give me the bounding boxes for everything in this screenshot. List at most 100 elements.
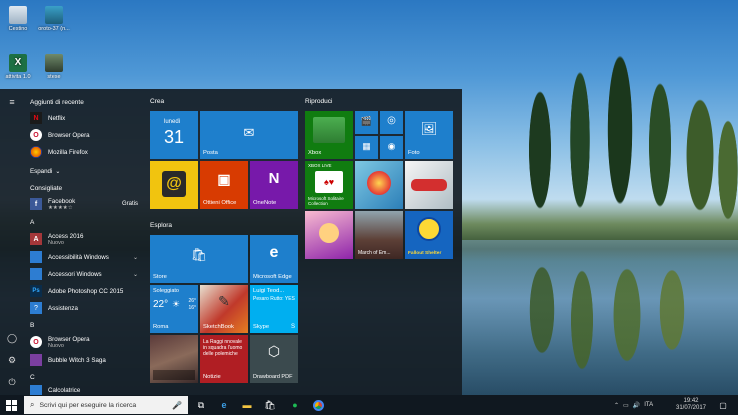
tile-alarms-lock[interactable]: @: [150, 161, 198, 209]
tile-bubble-witch[interactable]: [305, 211, 353, 259]
chevron-down-icon: ⌄: [132, 254, 138, 261]
access-icon: A: [30, 233, 42, 245]
app-calculator[interactable]: Calcolatrice: [30, 385, 142, 395]
expand-recent-button[interactable]: Espandi ⌄: [30, 164, 142, 178]
tile-calculator[interactable]: ▦: [355, 136, 378, 159]
pencil-icon: ✎: [218, 293, 230, 309]
photos-icon: 🖼: [420, 121, 438, 136]
app-access[interactable]: A Access 2016 Nuovo: [30, 230, 142, 248]
desktop-icon-video-file[interactable]: oroto-37 (n...: [36, 6, 72, 32]
app-opera-recent[interactable]: O Browser Opera: [30, 128, 142, 142]
office-icon: ▣: [217, 171, 231, 187]
store-bag-icon[interactable]: 🛍: [263, 398, 277, 412]
tile-groove[interactable]: ◎: [380, 111, 403, 134]
tile-march-of-empires[interactable]: March of Em...: [355, 211, 403, 259]
vault-boy-icon: [417, 217, 441, 241]
video-file-icon: [45, 6, 63, 24]
app-opera[interactable]: O Browser Opera Nuovo: [30, 333, 142, 351]
app-netflix[interactable]: N Netflix: [30, 111, 142, 125]
task-view-icon[interactable]: ⧉: [194, 398, 208, 412]
tile-calendar[interactable]: lunedì 31: [150, 111, 198, 159]
desktop-icon-image-file[interactable]: stese: [36, 54, 72, 80]
clock-time: 19:42: [683, 398, 699, 404]
excel-file-icon: X: [9, 54, 27, 72]
help-icon: ?: [30, 302, 42, 314]
folder-icon: [30, 251, 42, 263]
tile-racing-game[interactable]: [405, 161, 453, 209]
group-title-crea[interactable]: Crea: [150, 98, 164, 105]
app-assistenza[interactable]: ? Assistenza: [30, 301, 142, 315]
app-suggestion-facebook[interactable]: f Facebook ★★★★☆ Gratis: [30, 195, 142, 213]
spotify-icon[interactable]: ●: [288, 398, 302, 412]
firefox-icon: [30, 146, 42, 158]
action-center-icon[interactable]: ▢: [716, 398, 730, 412]
letter-header-b[interactable]: B: [30, 322, 34, 329]
tile-photos[interactable]: 🖼 Foto: [405, 111, 453, 159]
group-title-esplora[interactable]: Esplora: [150, 222, 172, 229]
tile-photo-people[interactable]: [150, 335, 198, 383]
desktop-icon-recycle-bin[interactable]: Cestino: [0, 6, 36, 32]
group-title-riproduci[interactable]: Riproduci: [305, 98, 332, 105]
chevron-down-icon: ⌄: [55, 168, 61, 175]
recycle-bin-icon: [9, 6, 27, 24]
app-firefox[interactable]: Mozilla Firefox: [30, 145, 142, 159]
tile-drawboard[interactable]: ⬡ Drawboard PDF: [250, 335, 298, 383]
language-indicator[interactable]: ITA: [644, 402, 653, 408]
lock-icon: @: [162, 171, 186, 197]
tile-get-office[interactable]: ▣ Ottieni Office: [200, 161, 248, 209]
user-account-icon[interactable]: ◯: [4, 331, 20, 345]
race-car-icon: [411, 179, 447, 191]
app-list: Aggiunti di recente N Netflix O Browser …: [26, 89, 144, 395]
candy-icon: [367, 171, 391, 195]
tile-edge[interactable]: e Microsoft Edge: [250, 235, 298, 283]
power-icon[interactable]: ⏻: [4, 375, 20, 389]
tile-camera[interactable]: ◉: [380, 136, 403, 159]
app-folder-accessibility[interactable]: Accessibilità Windows ⌄: [30, 250, 142, 264]
desktop-icon-excel-file[interactable]: X attivita 1.0: [0, 54, 36, 80]
tile-solitaire[interactable]: XBOX LIVE ♠♥ Microsoft Solitaire Collect…: [305, 161, 353, 209]
tile-movies[interactable]: 🎬: [355, 111, 378, 134]
opera-icon: O: [30, 129, 42, 141]
tile-xbox[interactable]: Xbox: [305, 111, 353, 159]
tile-weather[interactable]: Soleggiato 22° ☀ 26° 16° Roma: [150, 285, 198, 333]
sun-icon: ☀: [172, 299, 181, 309]
taskbar-search-box[interactable]: ⌕ Scrivi qui per eseguire la ricerca 🎤: [24, 396, 188, 414]
tile-onenote[interactable]: N OneNote: [250, 161, 298, 209]
letter-header-a[interactable]: A: [30, 219, 34, 226]
tray-chevron-up-icon[interactable]: ⌃: [614, 402, 619, 409]
store-bag-icon: 🛍: [190, 247, 208, 262]
hamburger-menu-icon[interactable]: ≡: [4, 95, 20, 109]
network-icon[interactable]: ▭: [623, 402, 629, 409]
file-explorer-icon[interactable]: ▬: [240, 398, 254, 412]
chrome-icon[interactable]: [311, 398, 325, 412]
letter-header-c[interactable]: C: [30, 374, 35, 381]
volume-icon[interactable]: 🔊: [633, 402, 640, 409]
clock[interactable]: 19:42 31/07/2017: [674, 395, 708, 415]
clock-date: 31/07/2017: [675, 405, 707, 411]
tile-candy-game[interactable]: [355, 161, 403, 209]
tile-fallout-shelter[interactable]: Fallout Shelter: [405, 211, 453, 259]
search-icon: ⌕: [30, 400, 35, 409]
app-photoshop[interactable]: Ps Adobe Photoshop CC 2015: [30, 284, 142, 298]
tile-mail[interactable]: ✉ Posta: [200, 111, 298, 159]
tile-skype[interactable]: Luigi Teod... Pesaro Rutto: YES,... Skyp…: [250, 285, 298, 333]
edge-icon[interactable]: e: [217, 398, 231, 412]
wallpaper-trees: [500, 30, 738, 260]
rating-stars: ★★★★☆: [48, 204, 73, 211]
system-tray: ⌃ ▭ 🔊 ITA: [614, 395, 659, 415]
app-bubble-witch[interactable]: Bubble Witch 3 Saga: [30, 353, 142, 367]
tile-store[interactable]: 🛍 Store: [150, 235, 248, 283]
tile-news[interactable]: La Raggi nnovale in squadra l'uomo delle…: [200, 335, 248, 383]
bubble-witch-icon: [30, 354, 42, 366]
settings-gear-icon[interactable]: ⚙: [4, 353, 20, 367]
wallpaper-lake-reflection: [462, 240, 738, 395]
playing-cards-icon: ♠♥: [315, 171, 343, 193]
app-folder-accessories[interactable]: Accessori Windows ⌄: [30, 267, 142, 281]
drawboard-hexagon-icon: ⬡: [267, 343, 281, 359]
microphone-icon[interactable]: 🎤: [172, 401, 182, 410]
tile-sketchbook[interactable]: ✎ SketchBook: [200, 285, 248, 333]
taskbar: ⌕ Scrivi qui per eseguire la ricerca 🎤 ⧉…: [0, 395, 738, 415]
folder-icon: [30, 268, 42, 280]
windows-start-icon[interactable]: [4, 398, 18, 412]
start-menu: ≡ ◯ ⚙ ⏻ Aggiunti di recente N Netflix O …: [0, 89, 462, 395]
